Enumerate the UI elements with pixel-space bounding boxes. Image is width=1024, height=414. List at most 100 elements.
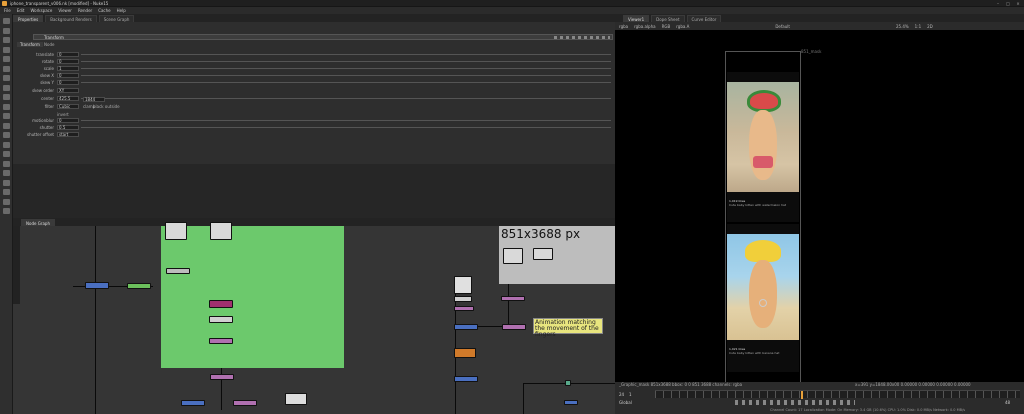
merge-node[interactable] <box>209 338 233 344</box>
menu-help[interactable]: Help <box>117 8 126 13</box>
maximize-icon[interactable]: □ <box>1004 1 1012 6</box>
image-icon[interactable] <box>3 18 10 24</box>
invert-checkbox[interactable]: invert <box>57 112 69 117</box>
range-dropdown[interactable]: Global <box>619 400 632 405</box>
tab-node-graph[interactable]: Node Graph <box>21 219 55 226</box>
deep-icon[interactable] <box>3 160 10 167</box>
black-outside-checkbox[interactable]: black outside <box>93 104 120 109</box>
read-node[interactable] <box>210 222 232 240</box>
knob-slider[interactable] <box>81 68 611 69</box>
fps-field[interactable]: 24 <box>619 392 624 397</box>
timeline-bar[interactable] <box>655 390 1020 399</box>
channel-select-dropdown[interactable]: rgba.alpha <box>634 24 655 29</box>
playback-controls[interactable] <box>735 400 855 405</box>
keyer-icon[interactable] <box>3 75 10 81</box>
merge-icon[interactable] <box>3 84 10 91</box>
viewer-panel[interactable]: Viewer1 Dope Sheet Curve Editor rgba rgb… <box>615 14 1024 414</box>
premult-node[interactable] <box>209 316 233 323</box>
metadata-icon[interactable] <box>3 122 10 129</box>
alpha-dropdown[interactable]: rgba.A <box>676 24 689 29</box>
menu-file[interactable]: File <box>4 8 11 13</box>
close-icon[interactable]: × <box>1014 1 1022 6</box>
menu-viewer[interactable]: Viewer <box>58 8 72 13</box>
crop-node[interactable] <box>454 348 476 358</box>
knob-value-field[interactable]: 0.5 <box>57 125 79 130</box>
premult-node[interactable] <box>454 296 472 302</box>
color-icon[interactable] <box>3 56 10 62</box>
knob-value-field[interactable]: Cubic <box>57 104 79 109</box>
panel-buttons-icon[interactable] <box>554 36 610 39</box>
tab-viewer1[interactable]: Viewer1 <box>623 15 650 22</box>
transform-node[interactable] <box>85 282 109 289</box>
backdrop-green[interactable] <box>161 226 344 368</box>
menu-workspace[interactable]: Workspace <box>30 8 52 13</box>
knob-value-field[interactable]: 0 <box>57 52 79 57</box>
zoom-dropdown[interactable]: 25.4% <box>896 24 909 29</box>
filter-icon[interactable] <box>3 65 10 72</box>
knob-value-field[interactable]: 1 <box>57 66 79 71</box>
gizmo-icon[interactable] <box>3 198 10 205</box>
frame-field[interactable]: 1 <box>629 392 632 397</box>
checkerboard-node[interactable] <box>285 393 307 405</box>
knob-slider[interactable] <box>81 127 611 128</box>
menu-render[interactable]: Render <box>78 8 92 13</box>
merge-node[interactable] <box>209 300 233 308</box>
script-icon[interactable] <box>3 189 10 195</box>
tab-dope-sheet[interactable]: Dope Sheet <box>651 15 685 22</box>
merge-node[interactable] <box>501 296 525 301</box>
3d-icon[interactable] <box>3 103 10 110</box>
draw-icon[interactable] <box>3 27 10 34</box>
node-graph[interactable]: Node Graph 851x3688 px Animation matchin… <box>13 218 615 414</box>
transform-node[interactable] <box>454 376 478 382</box>
settings-icon[interactable] <box>3 208 10 214</box>
knob-value-field[interactable]: 0 <box>57 59 79 64</box>
transform-node[interactable] <box>181 400 205 406</box>
transform-icon[interactable] <box>3 94 10 100</box>
particles-icon[interactable] <box>3 151 10 157</box>
layer-dropdown[interactable]: RGB <box>662 24 671 29</box>
transform-node[interactable] <box>454 324 478 330</box>
tab-properties[interactable]: Properties <box>13 15 44 22</box>
tab-curve-editor[interactable]: Curve Editor <box>686 15 722 22</box>
view-mode-dropdown[interactable]: Default <box>775 24 790 29</box>
knob-slider[interactable] <box>81 82 611 83</box>
tab-scene-graph[interactable]: Scene Graph <box>98 15 135 22</box>
clamp-checkbox[interactable]: clamp <box>83 104 95 109</box>
menu-cache[interactable]: Cache <box>98 8 110 13</box>
node-name-field[interactable]: Transform <box>44 35 64 40</box>
toolsets-icon[interactable] <box>3 132 10 138</box>
frame-end-field[interactable]: 48 <box>1005 400 1010 405</box>
read-node[interactable] <box>503 248 523 264</box>
knob-value-field[interactable]: XY <box>57 88 79 93</box>
transform-node[interactable] <box>564 400 578 405</box>
channels-dropdown[interactable]: rgba <box>619 24 628 29</box>
playhead[interactable] <box>801 391 803 399</box>
merge-node[interactable] <box>233 400 257 406</box>
tab-node[interactable]: Node <box>44 42 54 47</box>
merge-node[interactable] <box>210 374 234 380</box>
channel-icon[interactable] <box>3 46 10 53</box>
knob-value-field[interactable]: 0 <box>57 73 79 78</box>
dot-node[interactable] <box>565 380 571 386</box>
views-icon[interactable] <box>3 113 10 119</box>
mode-dropdown[interactable]: 2D <box>927 24 933 29</box>
target-cursor-icon[interactable] <box>759 299 767 307</box>
read-node[interactable] <box>454 276 472 294</box>
knob-slider[interactable] <box>81 75 611 76</box>
knob-slider[interactable] <box>81 61 611 62</box>
knob-value-field[interactable]: 0 <box>57 118 79 123</box>
knob-value-field[interactable]: start <box>57 132 79 137</box>
other-icon[interactable] <box>3 141 10 148</box>
transform-node[interactable] <box>166 268 190 274</box>
read-node[interactable] <box>533 248 553 260</box>
menu-edit[interactable]: Edit <box>17 8 25 13</box>
tab-background-renders[interactable]: Background Renders <box>45 15 97 22</box>
merge-node[interactable] <box>454 306 474 311</box>
time-icon[interactable] <box>3 37 10 43</box>
minimize-icon[interactable]: – <box>994 1 1002 6</box>
sticky-note[interactable]: Animation matching the movement of the f… <box>533 318 603 338</box>
cara-icon[interactable] <box>3 179 10 186</box>
knob-value-field[interactable]: 0 <box>57 80 79 85</box>
merge-node[interactable] <box>502 324 526 330</box>
knob-value-field[interactable]: 425.5 <box>57 96 79 101</box>
